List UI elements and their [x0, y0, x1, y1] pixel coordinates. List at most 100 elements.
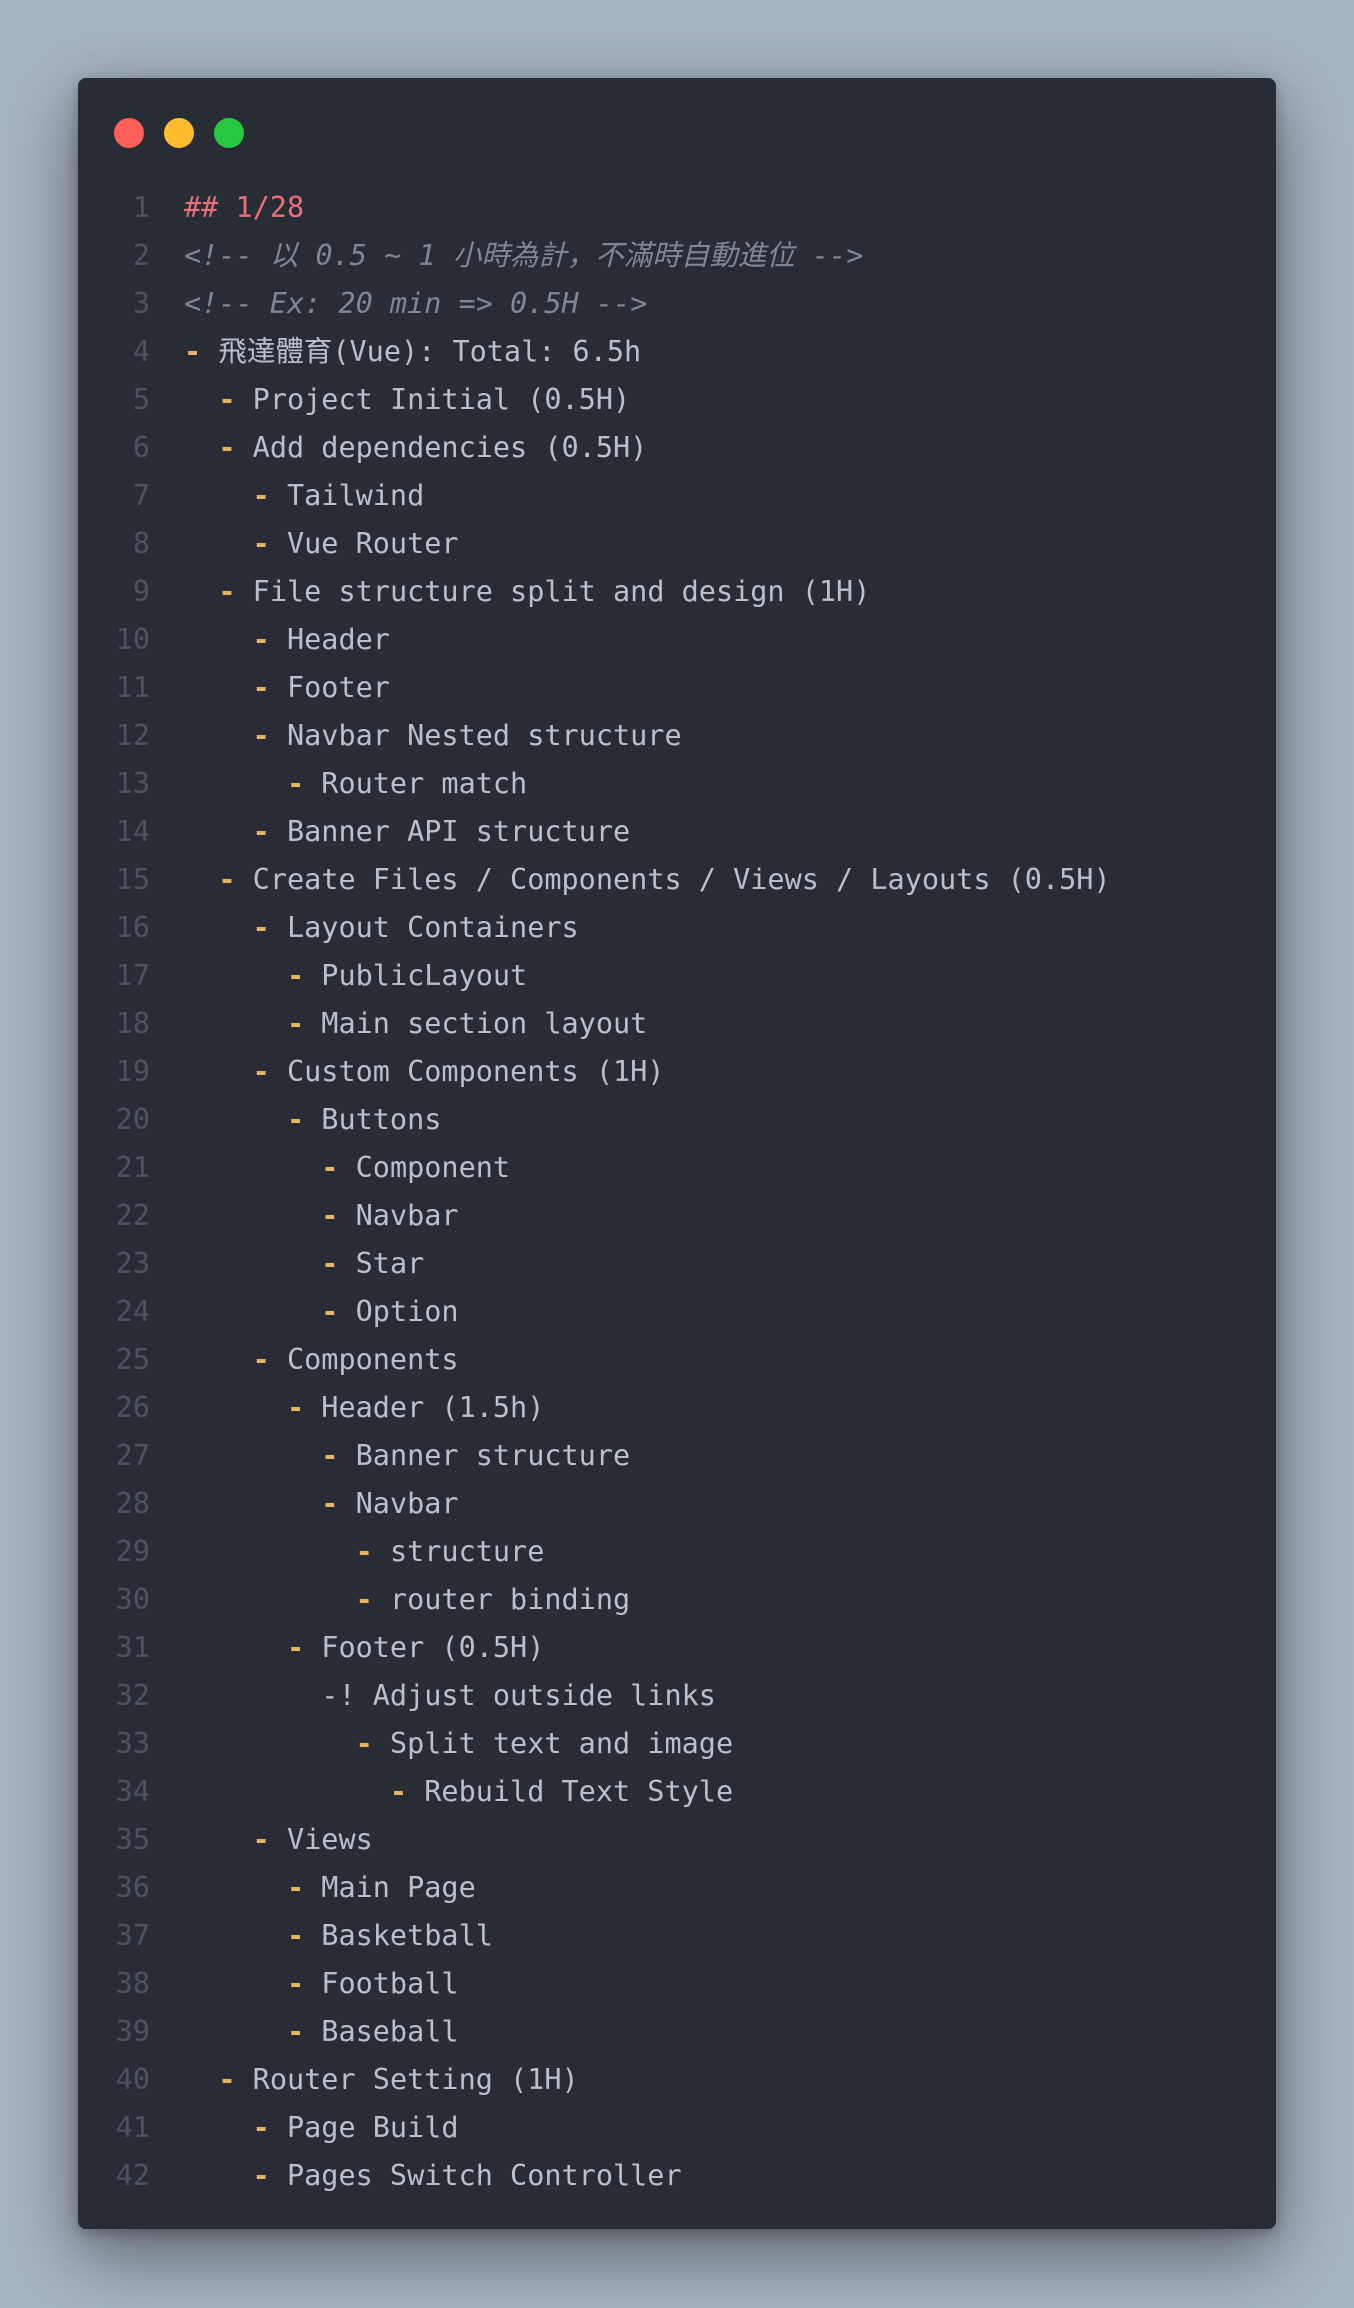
line-number: 2 [132, 239, 150, 272]
line-number: 29 [115, 1535, 150, 1568]
code-line: 32 -! Adjust outside links [78, 1672, 1276, 1720]
code-line: 33 - Split text and image [78, 1720, 1276, 1768]
code-line: 19 - Custom Components (1H) [78, 1048, 1276, 1096]
line-text: Components [286, 1343, 459, 1376]
list-marker: - [252, 671, 270, 704]
line-number: 27 [115, 1439, 150, 1472]
line-content: - Split text and image [184, 1720, 734, 1768]
code-line: 22 - Navbar [78, 1192, 1276, 1240]
code-line: 4 - 飛達體育(Vue): Total: 6.5h [78, 328, 1276, 376]
code-line: 12 - Navbar Nested structure [78, 712, 1276, 760]
code-line: 24 - Option [78, 1288, 1276, 1336]
code-editor[interactable]: 1 ## 1/28 2 <!-- 以 0.5 ~ 1 小時為計，不滿時自動進位 -->… [78, 184, 1276, 2200]
line-text: Pages Switch Controller [286, 2159, 682, 2192]
line-content: - Create Files / Components / Views / La… [184, 856, 1111, 904]
code-line: 15 - Create Files / Components / Views /… [78, 856, 1276, 904]
list-marker: - [355, 1583, 373, 1616]
line-number: 18 [115, 1007, 150, 1040]
line-text: structure [389, 1535, 545, 1568]
line-content: - Football [184, 1960, 459, 2008]
line-text: Rebuild Text Style [424, 1775, 734, 1808]
line-content: - Project Initial (0.5H) [184, 376, 630, 424]
minimize-button[interactable] [164, 118, 194, 148]
comment-text: <!-- 以 0.5 ~ 1 小時為計，不滿時自動進位 --> [184, 239, 864, 272]
list-marker: - [389, 1775, 408, 1808]
list-marker: - [286, 1103, 305, 1136]
line-content: - Pages Switch Controller [184, 2152, 682, 2200]
list-marker: - [355, 1535, 373, 1568]
list-marker: - [321, 1151, 339, 1184]
list-marker: - [252, 623, 270, 656]
code-line: 17 - PublicLayout [78, 952, 1276, 1000]
heading-text: ## 1/28 [184, 191, 305, 224]
line-text: Split text and image [389, 1727, 734, 1760]
line-number: 36 [115, 1871, 150, 1904]
line-text: Layout Containers [286, 911, 579, 944]
line-content: - Main Page [184, 1864, 476, 1912]
line-text: Component [355, 1151, 511, 1184]
line-content: <!-- Ex: 20 min => 0.5H --> [184, 280, 647, 328]
line-text: Views [286, 1823, 373, 1856]
line-number: 22 [115, 1199, 150, 1232]
code-line: 3 <!-- Ex: 20 min => 0.5H --> [78, 280, 1276, 328]
line-content: - Buttons [184, 1096, 441, 1144]
line-text: Create Files / Components / Views / Layo… [252, 863, 1111, 896]
line-number: 40 [115, 2063, 150, 2096]
line-content: - Router match [184, 760, 527, 808]
line-number: 30 [115, 1583, 150, 1616]
line-content: - Banner API structure [184, 808, 631, 856]
line-number: 33 [115, 1727, 150, 1760]
line-number: 23 [115, 1247, 150, 1280]
line-number: 5 [132, 383, 150, 416]
line-number: 6 [132, 431, 150, 464]
line-number: 9 [132, 575, 150, 608]
line-number: 14 [115, 815, 150, 848]
line-text: Custom Components (1H) [286, 1055, 665, 1088]
line-text: Banner structure [355, 1439, 631, 1472]
line-content: - Vue Router [184, 520, 459, 568]
code-line: 13 - Router match [78, 760, 1276, 808]
line-number: 24 [115, 1295, 150, 1328]
line-text: File structure split and design (1H) [252, 575, 871, 608]
code-line: 18 - Main section layout [78, 1000, 1276, 1048]
code-window: 1 ## 1/28 2 <!-- 以 0.5 ~ 1 小時為計，不滿時自動進位 -->… [78, 78, 1276, 2229]
zoom-button[interactable] [214, 118, 244, 148]
code-line: 42 - Pages Switch Controller [78, 2152, 1276, 2200]
line-content: - Basketball [184, 1912, 493, 1960]
list-marker: - [286, 767, 305, 800]
code-line: 30 - router binding [78, 1576, 1276, 1624]
line-text: Add dependencies (0.5H) [252, 431, 648, 464]
list-marker: - [321, 1295, 339, 1328]
line-content: - Banner structure [184, 1432, 630, 1480]
line-number: 12 [115, 719, 150, 752]
line-number: 25 [115, 1343, 150, 1376]
line-number: 41 [115, 2111, 150, 2144]
line-number: 39 [115, 2015, 150, 2048]
close-button[interactable] [114, 118, 144, 148]
code-line: 11 - Footer [78, 664, 1276, 712]
line-text: Option [355, 1295, 459, 1328]
list-marker: - [218, 431, 236, 464]
line-number: 31 [115, 1631, 150, 1664]
list-marker: - [286, 1871, 305, 1904]
list-marker: - [252, 1055, 270, 1088]
line-number: 17 [115, 959, 150, 992]
line-number: 38 [115, 1967, 150, 2000]
line-content: - File structure split and design (1H) [184, 568, 870, 616]
list-marker: - [286, 1391, 305, 1424]
list-marker: - [218, 2063, 236, 2096]
list-marker: - [252, 1823, 270, 1856]
line-text: Tailwind [286, 479, 425, 512]
line-content: - Baseball [184, 2008, 459, 2056]
line-content: - Rebuild Text Style [184, 1768, 733, 1816]
line-text: Main Page [321, 1871, 476, 1904]
line-number: 21 [115, 1151, 150, 1184]
line-content: - Component [184, 1144, 510, 1192]
line-text: PublicLayout [321, 959, 528, 992]
list-marker: - [218, 863, 236, 896]
line-number: 37 [115, 1919, 150, 1952]
line-content: - Star [184, 1240, 424, 1288]
line-number: 3 [132, 287, 150, 320]
list-marker: - [218, 383, 236, 416]
line-text: Star [355, 1247, 425, 1280]
